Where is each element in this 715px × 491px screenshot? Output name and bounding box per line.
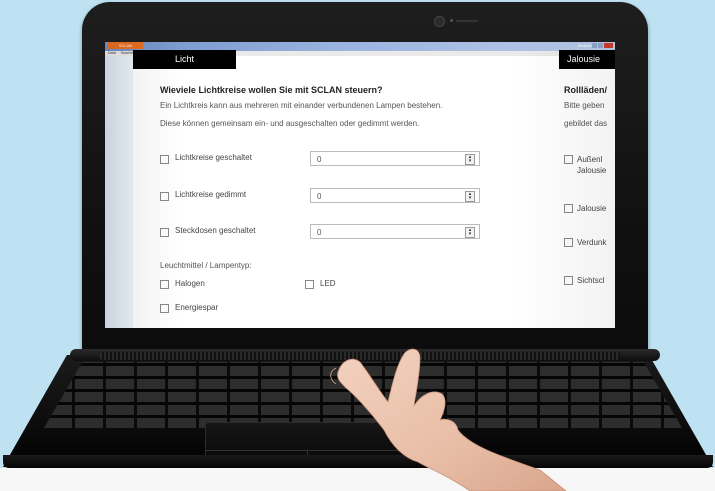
option-label: Energiespar xyxy=(175,303,219,312)
close-button[interactable] xyxy=(604,43,613,48)
checkbox[interactable] xyxy=(160,192,169,201)
option-label: LED xyxy=(320,279,336,288)
option-label: Halogen xyxy=(175,279,205,288)
tab-jalousie[interactable]: Jalousie xyxy=(559,50,615,69)
option-label: Außenl xyxy=(577,155,603,164)
photo-scene: SCLAN Redbox.gif Datei Bearbeiten Hilfe … xyxy=(0,0,715,491)
checkbox[interactable] xyxy=(564,204,573,213)
right-title: Rollläden/ xyxy=(564,85,608,95)
description-line: Diese können gemeinsam ein- und ausgesch… xyxy=(160,119,420,128)
webcam-indicator xyxy=(450,19,453,22)
option-label: Verdunk xyxy=(577,238,607,247)
stepper-value: 0 xyxy=(317,192,322,201)
quantity-stepper[interactable]: 0 ▴ ▾ xyxy=(310,224,480,239)
row-label: Lichtkreise geschaltet xyxy=(175,153,252,162)
option-label-line2: Jalousie xyxy=(577,166,607,175)
keyboard-rows xyxy=(44,362,682,428)
app-tab[interactable]: SCLAN xyxy=(108,42,143,49)
checkbox[interactable] xyxy=(160,304,169,313)
checkbox[interactable] xyxy=(564,155,573,164)
laptop-front-edge xyxy=(3,455,713,468)
stepper-arrows-icon[interactable]: ▴ ▾ xyxy=(465,191,475,202)
right-description: Bitte geben xyxy=(564,101,605,110)
option-label: Jalousie xyxy=(577,204,607,213)
quantity-stepper[interactable]: 0 ▴ ▾ xyxy=(310,188,480,203)
row-label: Steckdosen geschaltet xyxy=(175,226,256,235)
tab-licht[interactable]: Licht xyxy=(133,50,236,69)
laptop-screen: SCLAN Redbox.gif Datei Bearbeiten Hilfe … xyxy=(105,42,615,328)
window-controls xyxy=(592,43,613,48)
checkbox[interactable] xyxy=(564,276,573,285)
checkbox[interactable] xyxy=(160,280,169,289)
description-line: Ein Lichtkreis kann aus mehreren mit ein… xyxy=(160,101,443,110)
checkbox[interactable] xyxy=(160,228,169,237)
sidebar xyxy=(105,56,133,328)
speaker-grille xyxy=(100,352,620,360)
webcam xyxy=(434,16,445,27)
checkbox[interactable] xyxy=(564,238,573,247)
stepper-value: 0 xyxy=(317,155,322,164)
stepper-arrows-icon[interactable]: ▴ ▾ xyxy=(465,227,475,238)
webcam-mic xyxy=(456,20,478,22)
option-label: Sichtscl xyxy=(577,276,605,285)
menu-item[interactable]: Datei xyxy=(108,51,116,55)
row-label: Lichtkreise gedimmt xyxy=(175,190,247,199)
background-floor xyxy=(0,468,715,491)
question-title: Wieviele Lichtkreise wollen Sie mit SCLA… xyxy=(160,85,383,95)
right-description: gebildet das xyxy=(564,119,608,128)
minimize-button[interactable] xyxy=(592,43,597,48)
stepper-value: 0 xyxy=(317,228,322,237)
maximize-button[interactable] xyxy=(598,43,603,48)
quantity-stepper[interactable]: 0 ▴ ▾ xyxy=(310,151,480,166)
checkbox[interactable] xyxy=(305,280,314,289)
checkbox[interactable] xyxy=(160,155,169,164)
stepper-arrows-icon[interactable]: ▴ ▾ xyxy=(465,154,475,165)
lamp-type-label: Leuchtmittel / Lampentyp: xyxy=(160,261,252,270)
